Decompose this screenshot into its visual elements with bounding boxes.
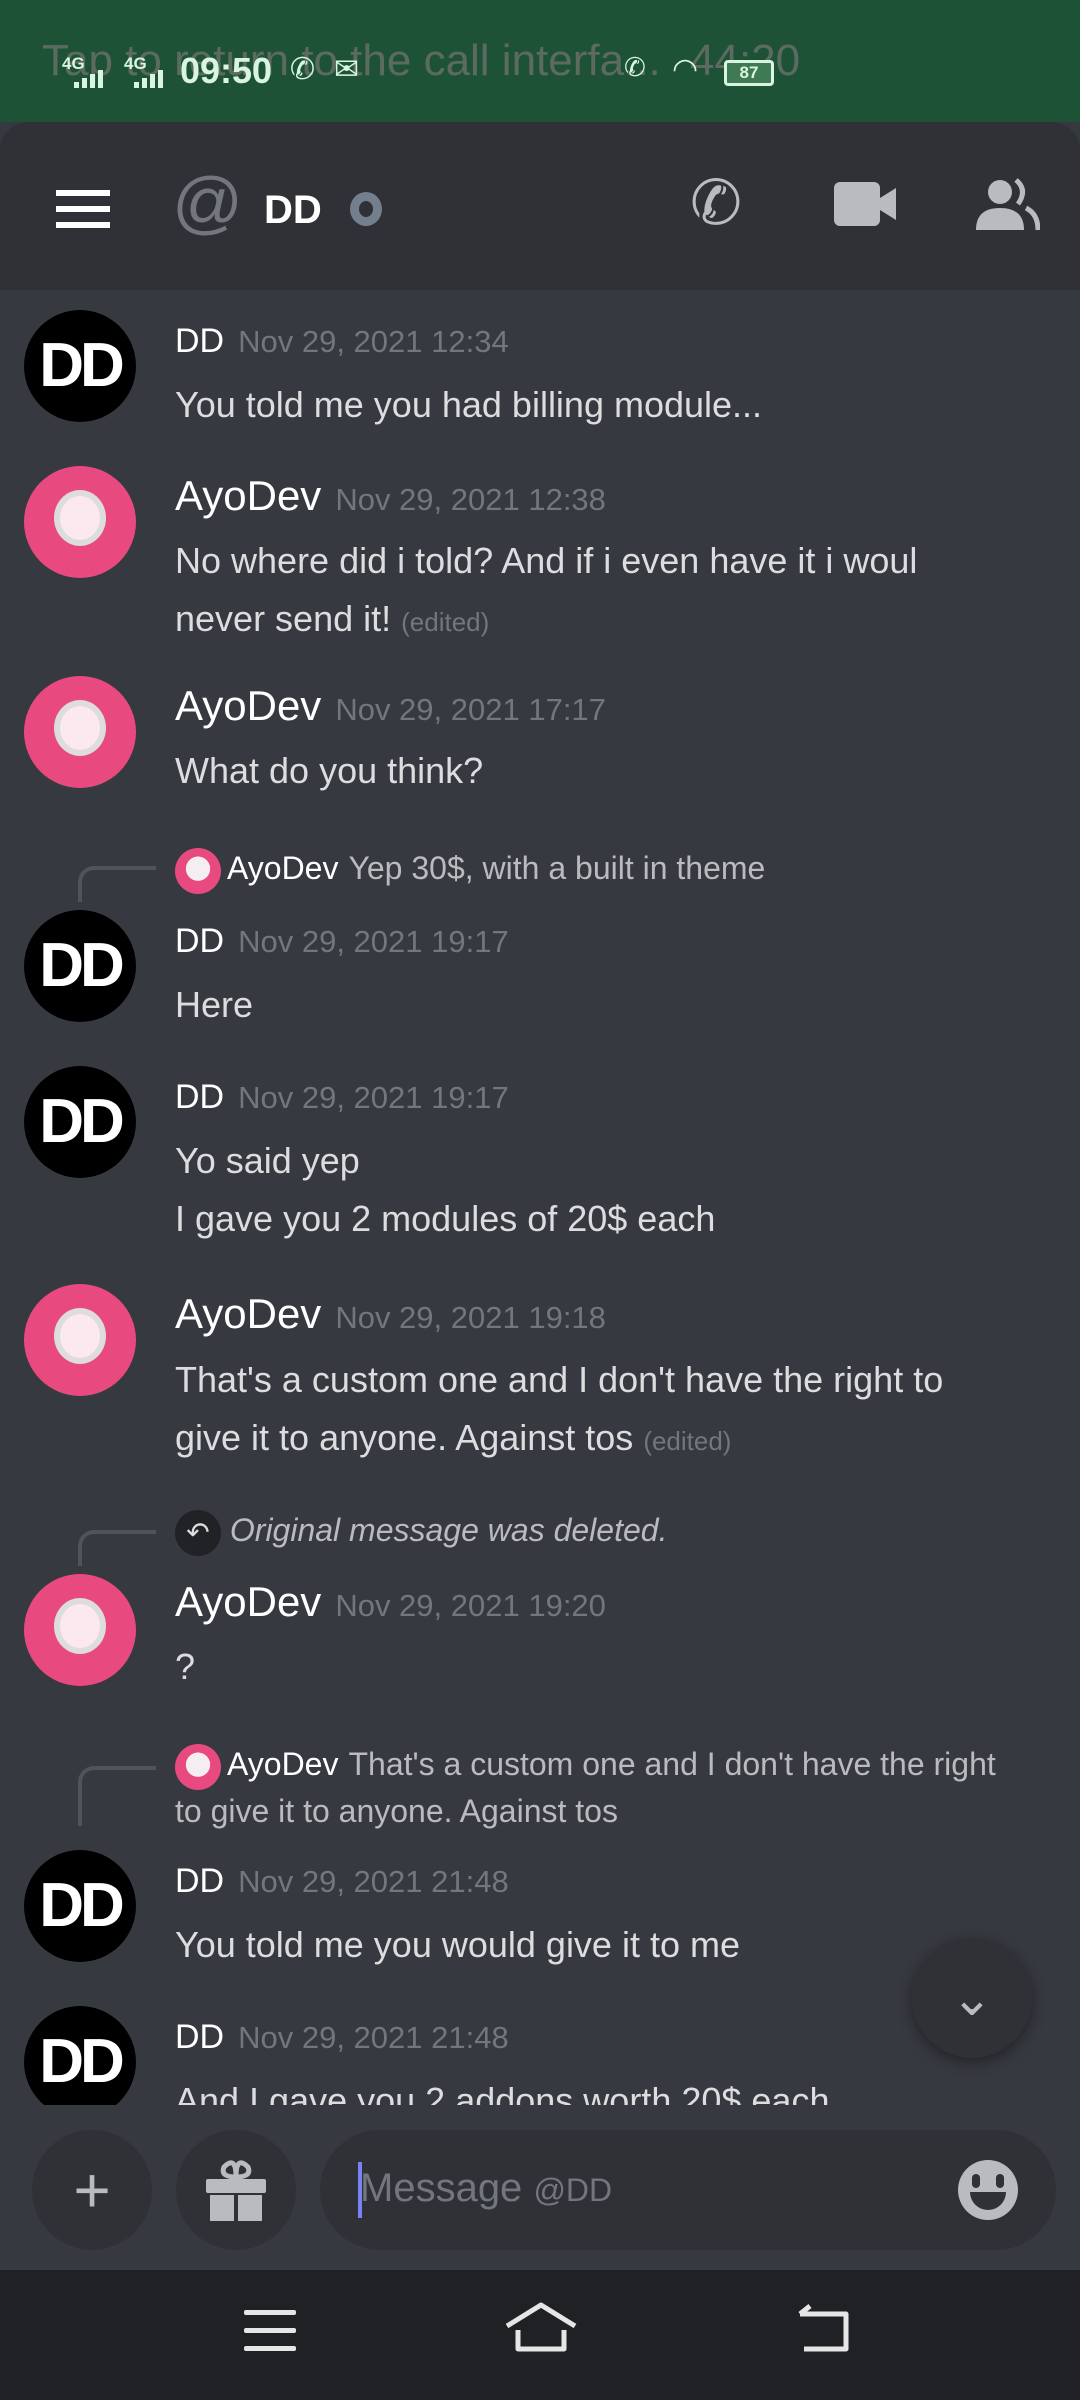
message-text: Here [175,984,254,1025]
status-bar[interactable]: Tap to return to the call interfa... 44:… [0,0,1080,122]
reply-preview-continued: to give it to anyone. Against tos [175,1793,618,1829]
offline-status-icon [350,192,382,226]
avatar-ayodev[interactable] [24,1574,136,1686]
add-attachment-button[interactable]: + [32,2130,152,2250]
reply-preview[interactable]: ↶ Original message was deleted. [175,1506,667,1556]
author-name[interactable]: DD [175,322,224,360]
reply-preview[interactable]: AyoDev That's a custom one and I don't ha… [175,1740,996,1790]
message-text: What do you think? [175,750,484,791]
composer: + Message @DD [0,2105,1080,2270]
message-text: never send it! (edited) [175,598,490,639]
author-name[interactable]: DD [175,1078,224,1116]
wifi-icon: ◠ [672,53,699,86]
author-name[interactable]: DD [175,1862,224,1900]
jump-to-bottom-button[interactable]: ⌄ [912,1938,1032,2058]
clock: 09:50 [180,50,273,91]
signal-icon [134,70,170,88]
members-icon[interactable] [976,178,1041,235]
avatar-dd[interactable]: DD [24,310,136,422]
message-list[interactable]: DD DD Nov 29, 2021 12:34 You told me you … [0,290,1080,2105]
author-name[interactable]: AyoDev [175,682,321,729]
reply-connector [78,1530,156,1566]
avatar-dd[interactable]: DD [24,2006,136,2105]
avatar-ayodev[interactable] [24,1284,136,1396]
reply-avatar [175,1743,221,1790]
recents-icon[interactable] [244,2300,296,2365]
channel-header: @ DD ✆ [0,122,1080,290]
timestamp: Nov 29, 2021 17:17 [335,692,606,727]
message-text: Yo said yep [175,1140,360,1181]
back-icon[interactable] [796,2300,852,2365]
author-name[interactable]: AyoDev [175,1578,321,1625]
timestamp: Nov 29, 2021 19:20 [335,1588,606,1623]
menu-icon[interactable] [56,190,110,228]
at-icon: @ [172,163,244,241]
video-call-icon[interactable] [834,182,896,231]
author-name[interactable]: DD [175,2018,224,2056]
timestamp: Nov 29, 2021 19:17 [238,1080,509,1115]
avatar-ayodev[interactable] [24,466,136,578]
gift-button[interactable] [176,2130,296,2250]
timestamp: Nov 29, 2021 19:17 [238,924,509,959]
message-text: You told me you would give it to me [175,1924,740,1965]
message-text: I gave you 2 modules of 20$ each [175,1198,716,1239]
battery-icon: 87 [724,60,774,86]
message-header: DD Nov 29, 2021 12:34 [175,322,509,361]
emoji-icon[interactable] [958,2160,1018,2220]
phone-icon: ✆ [290,53,316,86]
message-text: And I gave you 2 addons worth 20$ each [175,2080,830,2105]
channel-title: DD [264,188,322,232]
message-input[interactable]: Message @DD [320,2130,1056,2250]
signal-icon [74,70,110,88]
author-name[interactable]: AyoDev [175,1290,321,1337]
edited-label: (edited) [643,1426,732,1456]
edited-label: (edited) [401,607,490,637]
gift-icon [206,2160,266,2221]
wifi-calling-icon: ✆ [624,52,646,82]
reply-preview[interactable]: AyoDev Yep 30$, with a built in theme [175,844,765,894]
avatar-dd[interactable]: DD [24,1850,136,1962]
timestamp: Nov 29, 2021 21:48 [238,1864,509,1899]
voice-call-icon[interactable]: ✆ [690,166,742,239]
reply-icon: ↶ [175,1509,221,1556]
timestamp: Nov 29, 2021 21:48 [238,2020,509,2055]
message-icon: ✉ [334,53,360,86]
message-text: No where did i told? And if i even have … [175,540,918,581]
timestamp: Nov 29, 2021 12:38 [335,482,606,517]
message-placeholder: Message @DD [360,2166,613,2210]
reply-connector [78,1766,156,1826]
avatar-dd[interactable]: DD [24,1066,136,1178]
timestamp: Nov 29, 2021 19:18 [335,1300,606,1335]
reply-avatar [175,847,221,894]
author-name[interactable]: DD [175,922,224,960]
avatar-ayodev[interactable] [24,676,136,788]
timestamp: Nov 29, 2021 12:34 [238,324,509,359]
message-text: ? [175,1646,196,1687]
message-text: You told me you had billing module... [175,384,763,425]
plus-icon: + [73,2154,111,2226]
chevron-down-icon: ⌄ [951,1970,993,2026]
message-text: give it to anyone. Against tos (edited) [175,1417,732,1458]
reply-connector [78,866,156,902]
system-nav-bar [0,2270,1080,2400]
avatar-dd[interactable]: DD [24,910,136,1022]
author-name[interactable]: AyoDev [175,472,321,519]
message-text: That's a custom one and I don't have the… [175,1359,944,1400]
home-icon[interactable] [504,2300,578,2365]
